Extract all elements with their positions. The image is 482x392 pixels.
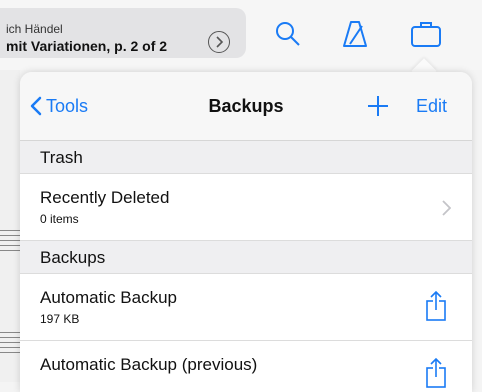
popover-nav-bar: Tools Backups Edit	[20, 72, 472, 141]
share-icon[interactable]	[424, 290, 448, 322]
metronome-icon[interactable]	[342, 20, 368, 48]
add-backup-button[interactable]	[366, 94, 390, 118]
row-subtitle: 0 items	[40, 212, 79, 226]
staff-lines	[0, 230, 20, 255]
section-header-label: Trash	[40, 148, 83, 167]
back-button[interactable]: Tools	[30, 94, 88, 118]
document-title-box[interactable]: ich Händel mit Variationen, p. 2 of 2	[0, 8, 246, 58]
row-title: Automatic Backup	[40, 288, 178, 307]
search-icon[interactable]	[274, 20, 302, 48]
back-button-label: Tools	[46, 95, 89, 116]
document-toolbar: ich Händel mit Variationen, p. 2 of 2	[0, 0, 482, 70]
recently-deleted-row[interactable]: Recently Deleted 0 items	[20, 174, 472, 241]
sheet-music-edge	[0, 70, 20, 382]
disclosure-chevron-icon	[442, 200, 451, 216]
section-header-backups: Backups	[20, 241, 472, 274]
chevron-right-icon	[216, 36, 224, 48]
edit-button[interactable]: Edit	[416, 96, 447, 117]
next-page-button[interactable]	[208, 31, 230, 53]
backup-row[interactable]: Automatic Backup (previous)	[20, 341, 472, 392]
composer-label: ich Händel	[6, 22, 63, 36]
chevron-left-icon	[30, 96, 42, 116]
row-title: Automatic Backup (previous)	[40, 355, 258, 374]
staff-lines	[0, 332, 20, 357]
row-subtitle: 197 KB	[40, 312, 80, 326]
briefcase-icon[interactable]	[410, 20, 442, 48]
backup-row[interactable]: Automatic Backup 197 KB	[20, 274, 472, 341]
share-icon[interactable]	[424, 357, 448, 389]
row-title: Recently Deleted	[40, 188, 170, 207]
section-header-label: Backups	[40, 248, 106, 267]
section-header-trash: Trash	[20, 141, 472, 174]
backups-popover: Tools Backups Edit Trash Recently Delete…	[20, 72, 472, 392]
piece-title: mit Variationen, p. 2 of 2	[6, 38, 168, 54]
